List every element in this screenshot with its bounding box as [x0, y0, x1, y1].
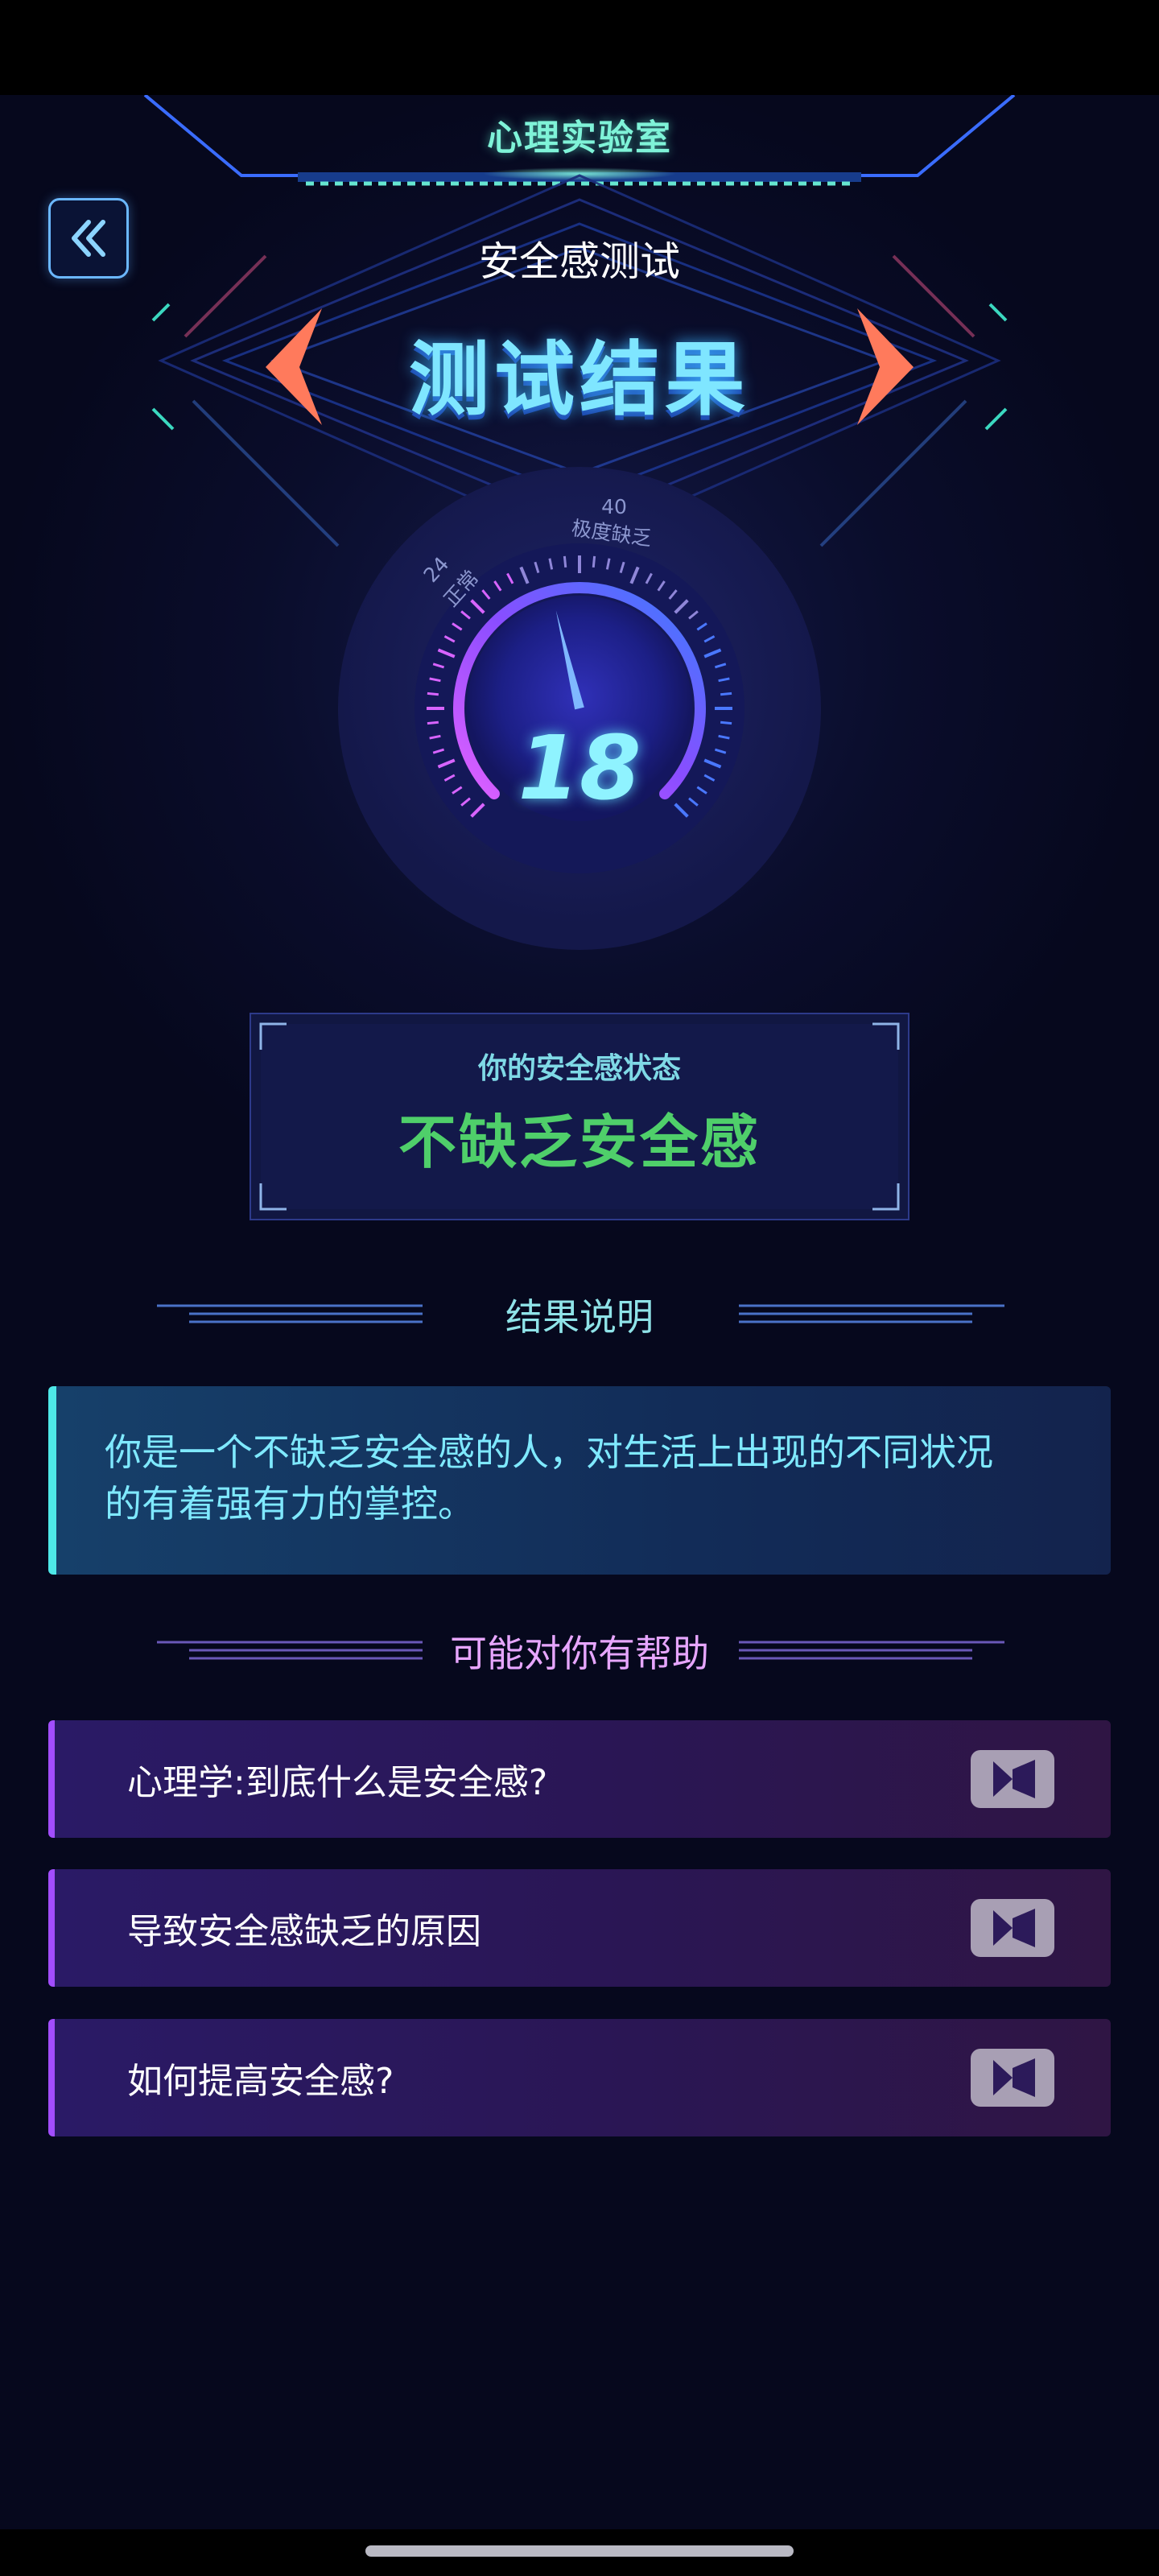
section-lines-left	[157, 1641, 423, 1660]
help-item-label: 导致安全感缺乏的原因	[127, 1911, 481, 1952]
explanation-line-1: 你是一个不缺乏安全感的人，对生活上出现的不同状况	[105, 1430, 993, 1474]
home-indicator[interactable]	[365, 2545, 794, 2557]
status-bar	[0, 0, 1159, 95]
video-camera-icon	[971, 1750, 1054, 1808]
explanation-card: 你是一个不缺乏安全感的人，对生活上出现的不同状况 的有着强有力的掌控。	[48, 1386, 1111, 1575]
help-item-label: 如何提高安全感?	[127, 2061, 394, 2102]
double-chevron-left-icon	[72, 220, 105, 257]
section-lines-right	[739, 1641, 1004, 1660]
help-item-video[interactable]: 心理学:到底什么是安全感?	[48, 1720, 1111, 1838]
status-box: 你的安全感状态 不缺乏安全感	[250, 1013, 909, 1220]
explanation-line-2: 的有着强有力的掌控。	[105, 1482, 475, 1525]
gauge-tick	[427, 720, 439, 725]
explanation-title: 结果说明	[505, 1295, 654, 1339]
gauge-tick	[720, 720, 732, 725]
section-lines-right	[739, 1304, 1004, 1323]
help-title: 可能对你有帮助	[450, 1632, 709, 1675]
result-heading: 测试结果	[409, 332, 750, 427]
test-name: 安全感测试	[479, 238, 680, 285]
help-item-video[interactable]: 如何提高安全感?	[48, 2019, 1111, 2136]
back-button[interactable]	[48, 198, 129, 279]
status-caption: 你的安全感状态	[477, 1052, 681, 1085]
gauge-tick	[592, 555, 596, 568]
gauge-tick	[427, 691, 439, 696]
lab-title: 心理实验室	[487, 118, 672, 159]
gauge-tick	[563, 555, 567, 568]
gauge-tick	[720, 691, 732, 696]
gauge-value: 18	[518, 716, 641, 819]
help-item-video[interactable]: 导致安全感缺乏的原因	[48, 1869, 1111, 1987]
video-camera-icon	[971, 2049, 1054, 2107]
video-camera-icon	[971, 1899, 1054, 1957]
section-lines-left	[157, 1304, 423, 1323]
help-item-label: 心理学:到底什么是安全感?	[127, 1762, 548, 1803]
status-value: 不缺乏安全感	[398, 1108, 761, 1176]
